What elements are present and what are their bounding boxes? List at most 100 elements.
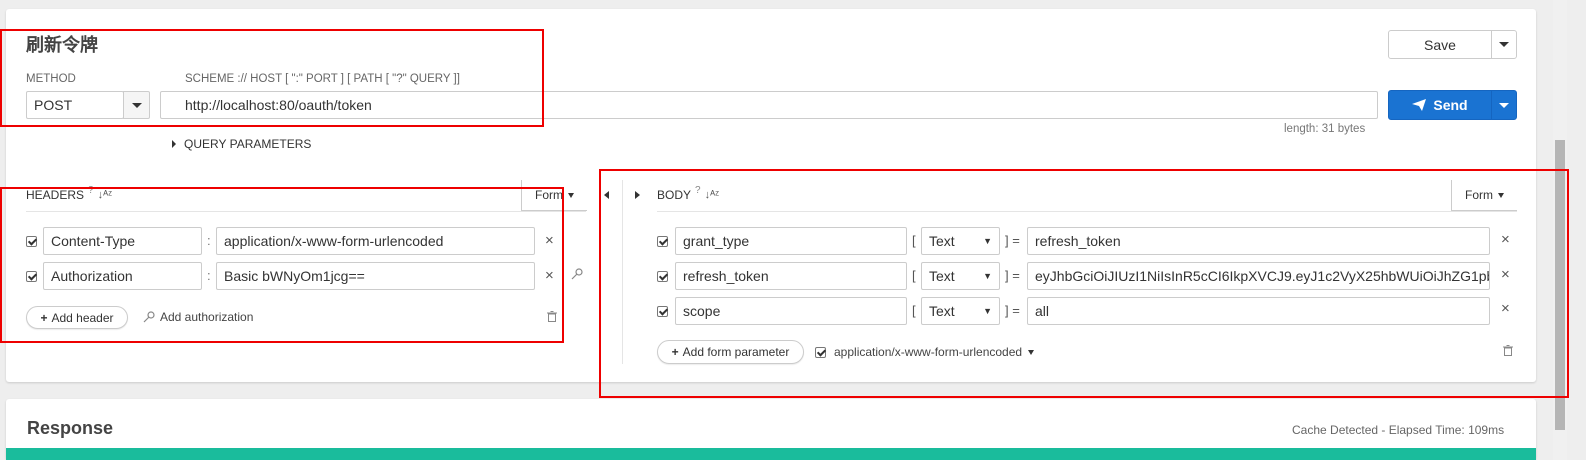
headers-label: HEADERS <box>26 188 85 202</box>
header-value-input[interactable]: Basic bWNyOm1jcg== <box>216 262 535 290</box>
select-arrow-icon: ▼ <box>983 236 992 246</box>
add-header-button[interactable]: + Add header <box>26 306 128 329</box>
add-authorization-link[interactable]: Add authorization <box>143 310 253 324</box>
chevron-down-icon <box>1028 349 1035 355</box>
header-enabled-checkbox[interactable] <box>26 236 37 247</box>
sort-icon[interactable]: ↓ᴬᶻ <box>98 189 112 201</box>
chevron-down-icon <box>568 192 574 198</box>
param-type-select[interactable]: Text ▼ <box>921 227 1000 255</box>
send-icon <box>1412 99 1427 111</box>
trash-icon[interactable] <box>1503 345 1513 356</box>
response-title: Response <box>27 418 114 438</box>
bracket-open: [ <box>912 303 916 318</box>
help-icon[interactable]: ? <box>695 185 701 196</box>
param-name-value: grant_type <box>683 233 750 249</box>
body-mode-select[interactable]: Form <box>1451 180 1517 211</box>
save-button[interactable]: Save <box>1388 30 1492 59</box>
header-value-input[interactable]: application/x-www-form-urlencoded <box>216 227 535 255</box>
chevron-down-icon <box>1499 42 1509 47</box>
headers-divider <box>26 211 586 212</box>
param-value-input[interactable]: all <box>1027 297 1490 325</box>
save-dropdown-button[interactable] <box>1491 30 1517 59</box>
body-divider <box>657 211 1517 212</box>
request-title: 刷新令牌 <box>26 35 98 55</box>
expand-right-icon[interactable] <box>635 191 640 199</box>
chevron-down-icon <box>1499 102 1509 108</box>
url-value: http://localhost:80/oauth/token <box>185 97 372 113</box>
header-value-text: application/x-www-form-urlencoded <box>224 233 444 249</box>
header-name-value: Content-Type <box>51 233 136 249</box>
param-enabled-checkbox[interactable] <box>657 306 668 317</box>
select-arrow-icon: ▼ <box>983 306 992 316</box>
key-icon[interactable] <box>571 268 583 280</box>
param-type-select[interactable]: Text ▼ <box>921 262 1000 290</box>
body-mode-label: Form <box>1465 188 1493 202</box>
header-value-text: Basic bWNyOm1jcg== <box>224 268 365 284</box>
remove-param-button[interactable]: × <box>1501 231 1510 248</box>
content-type-select[interactable]: application/x-www-form-urlencoded <box>834 345 1035 359</box>
select-arrow-icon: ▼ <box>983 271 992 281</box>
header-separator: : <box>207 268 211 283</box>
param-enabled-checkbox[interactable] <box>657 236 668 247</box>
header-name-input[interactable]: Content-Type <box>43 227 202 255</box>
bracket-open: [ <box>912 233 916 248</box>
param-type-select[interactable]: Text ▼ <box>921 297 1000 325</box>
method-value: POST <box>34 97 73 113</box>
add-authorization-label: Add authorization <box>160 310 254 324</box>
bracket-close-equals: ] = <box>1005 233 1020 248</box>
bracket-close-equals: ] = <box>1005 303 1020 318</box>
query-params-toggle[interactable]: QUERY PARAMETERS <box>172 137 311 151</box>
param-enabled-checkbox[interactable] <box>657 271 668 282</box>
param-value-input[interactable]: eyJhbGciOiJIUzI1NiIsInR5cCI6IkpXVCJ9.eyJ… <box>1027 262 1490 290</box>
method-label: METHOD <box>26 73 76 85</box>
send-label: Send <box>1433 97 1468 113</box>
header-name-value: Authorization <box>51 268 133 284</box>
remove-header-button[interactable]: × <box>545 267 554 284</box>
param-value-text: refresh_token <box>1035 233 1121 249</box>
plus-icon: + <box>671 345 679 359</box>
sort-icon[interactable]: ↓ᴬᶻ <box>705 189 719 201</box>
remove-param-button[interactable]: × <box>1501 300 1510 317</box>
param-name-input[interactable]: grant_type <box>675 227 907 255</box>
add-form-parameter-label: Add form parameter <box>682 345 790 359</box>
url-input[interactable]: http://localhost:80/oauth/token <box>160 91 1378 119</box>
headers-mode-label: Form <box>535 188 563 202</box>
param-name-input[interactable]: scope <box>675 297 907 325</box>
param-value-input[interactable]: refresh_token <box>1027 227 1490 255</box>
param-value-text: eyJhbGciOiJIUzI1NiIsInR5cCI6IkpXVCJ9.eyJ… <box>1035 268 1489 284</box>
param-value-text: all <box>1035 303 1050 319</box>
response-status: Cache Detected - Elapsed Time: 109ms <box>1292 423 1505 437</box>
response-status-bar <box>6 448 1536 460</box>
add-form-parameter-button[interactable]: + Add form parameter <box>657 340 804 364</box>
headers-section-title: HEADERS ? ↓ᴬᶻ <box>26 185 112 203</box>
bracket-open: [ <box>912 268 916 283</box>
url-length: length: 31 bytes <box>1284 123 1366 135</box>
url-format-label: SCHEME :// HOST [ ":" PORT ] [ PATH [ "?… <box>185 73 460 85</box>
param-type-value: Text <box>929 268 955 284</box>
send-button[interactable]: Send <box>1388 90 1492 120</box>
param-name-value: scope <box>683 303 721 319</box>
help-icon[interactable]: ? <box>88 185 94 196</box>
method-dropdown-button[interactable] <box>123 91 150 119</box>
add-header-label: Add header <box>51 310 114 325</box>
scrollbar-thumb[interactable] <box>1555 140 1565 430</box>
remove-param-button[interactable]: × <box>1501 266 1510 283</box>
trash-icon[interactable] <box>547 311 557 322</box>
collapse-left-icon[interactable] <box>604 191 609 199</box>
caret-right-icon <box>172 140 176 148</box>
param-name-input[interactable]: refresh_token <box>675 262 907 290</box>
panel-splitter[interactable] <box>622 180 623 364</box>
body-section-title: BODY ? ↓ᴬᶻ <box>657 185 719 203</box>
bracket-close-equals: ] = <box>1005 268 1020 283</box>
headers-mode-select[interactable]: Form <box>521 180 587 211</box>
chevron-down-icon <box>131 102 142 108</box>
save-label: Save <box>1424 36 1456 53</box>
method-select[interactable]: POST <box>26 91 124 119</box>
remove-header-button[interactable]: × <box>545 232 554 249</box>
query-params-label: QUERY PARAMETERS <box>184 137 312 151</box>
content-type-checkbox[interactable] <box>815 347 826 358</box>
header-enabled-checkbox[interactable] <box>26 271 37 282</box>
plus-icon: + <box>40 310 48 325</box>
send-dropdown-button[interactable] <box>1491 90 1517 120</box>
header-name-input[interactable]: Authorization <box>43 262 202 290</box>
